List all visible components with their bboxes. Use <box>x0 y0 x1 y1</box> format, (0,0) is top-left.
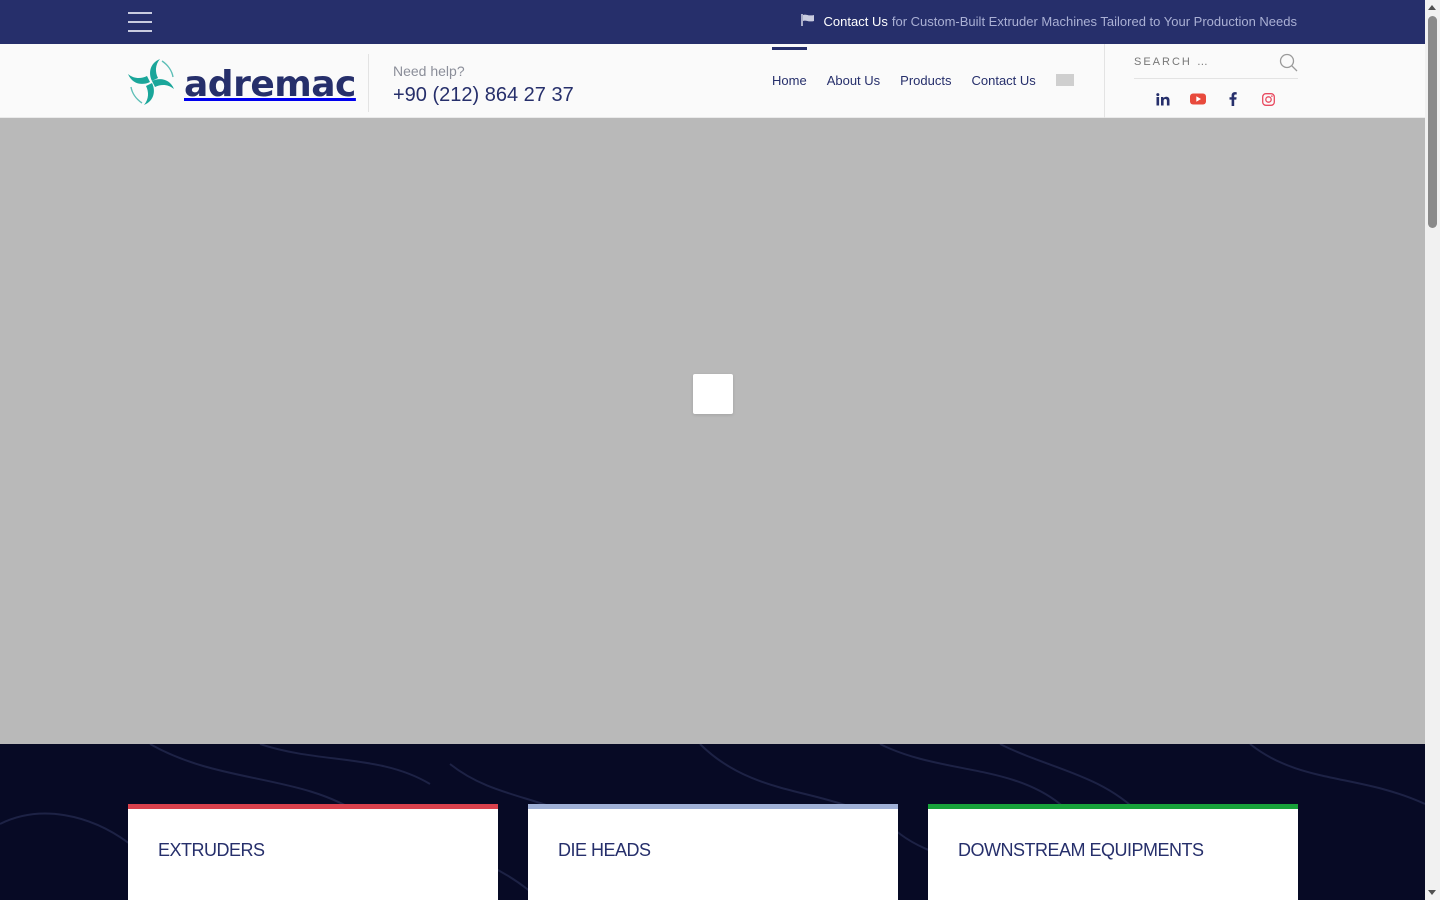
nav-home[interactable]: Home <box>772 44 807 118</box>
hero-slider <box>0 118 1425 744</box>
site-header: adremac Need help? +90 (212) 864 27 37 H… <box>0 44 1425 118</box>
instagram-icon[interactable] <box>1260 91 1276 107</box>
top-bar: Contact Us for Custom-Built Extruder Mac… <box>0 0 1425 44</box>
card-title: EXTRUDERS <box>158 840 265 860</box>
nav-about-us[interactable]: About Us <box>827 44 880 118</box>
search-input[interactable] <box>1134 56 1274 68</box>
card-accent-stripe <box>128 804 498 809</box>
swirl-logo-icon <box>128 57 176 112</box>
help-block: Need help? +90 (212) 864 27 37 <box>393 63 574 107</box>
linkedin-icon[interactable] <box>1155 91 1171 107</box>
nav-contact-us[interactable]: Contact Us <box>971 44 1035 118</box>
divider <box>1104 44 1105 118</box>
help-phone-link[interactable]: +90 (212) 864 27 37 <box>393 84 574 107</box>
facebook-icon[interactable] <box>1225 91 1241 107</box>
nav-products[interactable]: Products <box>900 44 951 118</box>
product-card-extruders[interactable]: EXTRUDERS <box>128 804 498 900</box>
logo[interactable]: adremac <box>128 57 356 112</box>
page-scrollbar[interactable] <box>1425 0 1440 900</box>
scroll-down-arrow-icon[interactable] <box>1428 890 1436 895</box>
product-categories-section: EXTRUDERS DIE HEADS DOWNSTREAM EQUIPMENT… <box>0 744 1425 900</box>
card-accent-stripe <box>928 804 1298 809</box>
card-title: DOWNSTREAM EQUIPMENTS <box>958 840 1204 860</box>
social-links <box>1155 91 1295 107</box>
hamburger-menu-icon[interactable] <box>128 11 152 33</box>
search-box <box>1134 50 1298 79</box>
help-label: Need help? <box>393 63 465 79</box>
product-card-downstream-equipments[interactable]: DOWNSTREAM EQUIPMENTS <box>928 804 1298 900</box>
promo-contact-link[interactable]: Contact Us <box>824 14 888 29</box>
flag-icon <box>800 14 815 29</box>
divider <box>368 54 369 112</box>
scroll-thumb[interactable] <box>1428 16 1437 228</box>
page: Contact Us for Custom-Built Extruder Mac… <box>0 0 1440 900</box>
card-accent-stripe <box>528 804 898 809</box>
logo-text: adremac <box>184 64 356 105</box>
search-icon[interactable] <box>1279 53 1298 77</box>
scroll-up-arrow-icon[interactable] <box>1428 5 1436 10</box>
main-nav: Home About Us Products Contact Us <box>772 44 1074 118</box>
promo-text: for Custom-Built Extruder Machines Tailo… <box>891 14 1297 29</box>
youtube-icon[interactable] <box>1190 91 1206 107</box>
language-flag-icon[interactable] <box>1055 73 1074 86</box>
card-title: DIE HEADS <box>558 840 651 860</box>
slider-loader <box>693 374 733 414</box>
product-card-die-heads[interactable]: DIE HEADS <box>528 804 898 900</box>
promo-banner: Contact Us for Custom-Built Extruder Mac… <box>800 14 1297 29</box>
